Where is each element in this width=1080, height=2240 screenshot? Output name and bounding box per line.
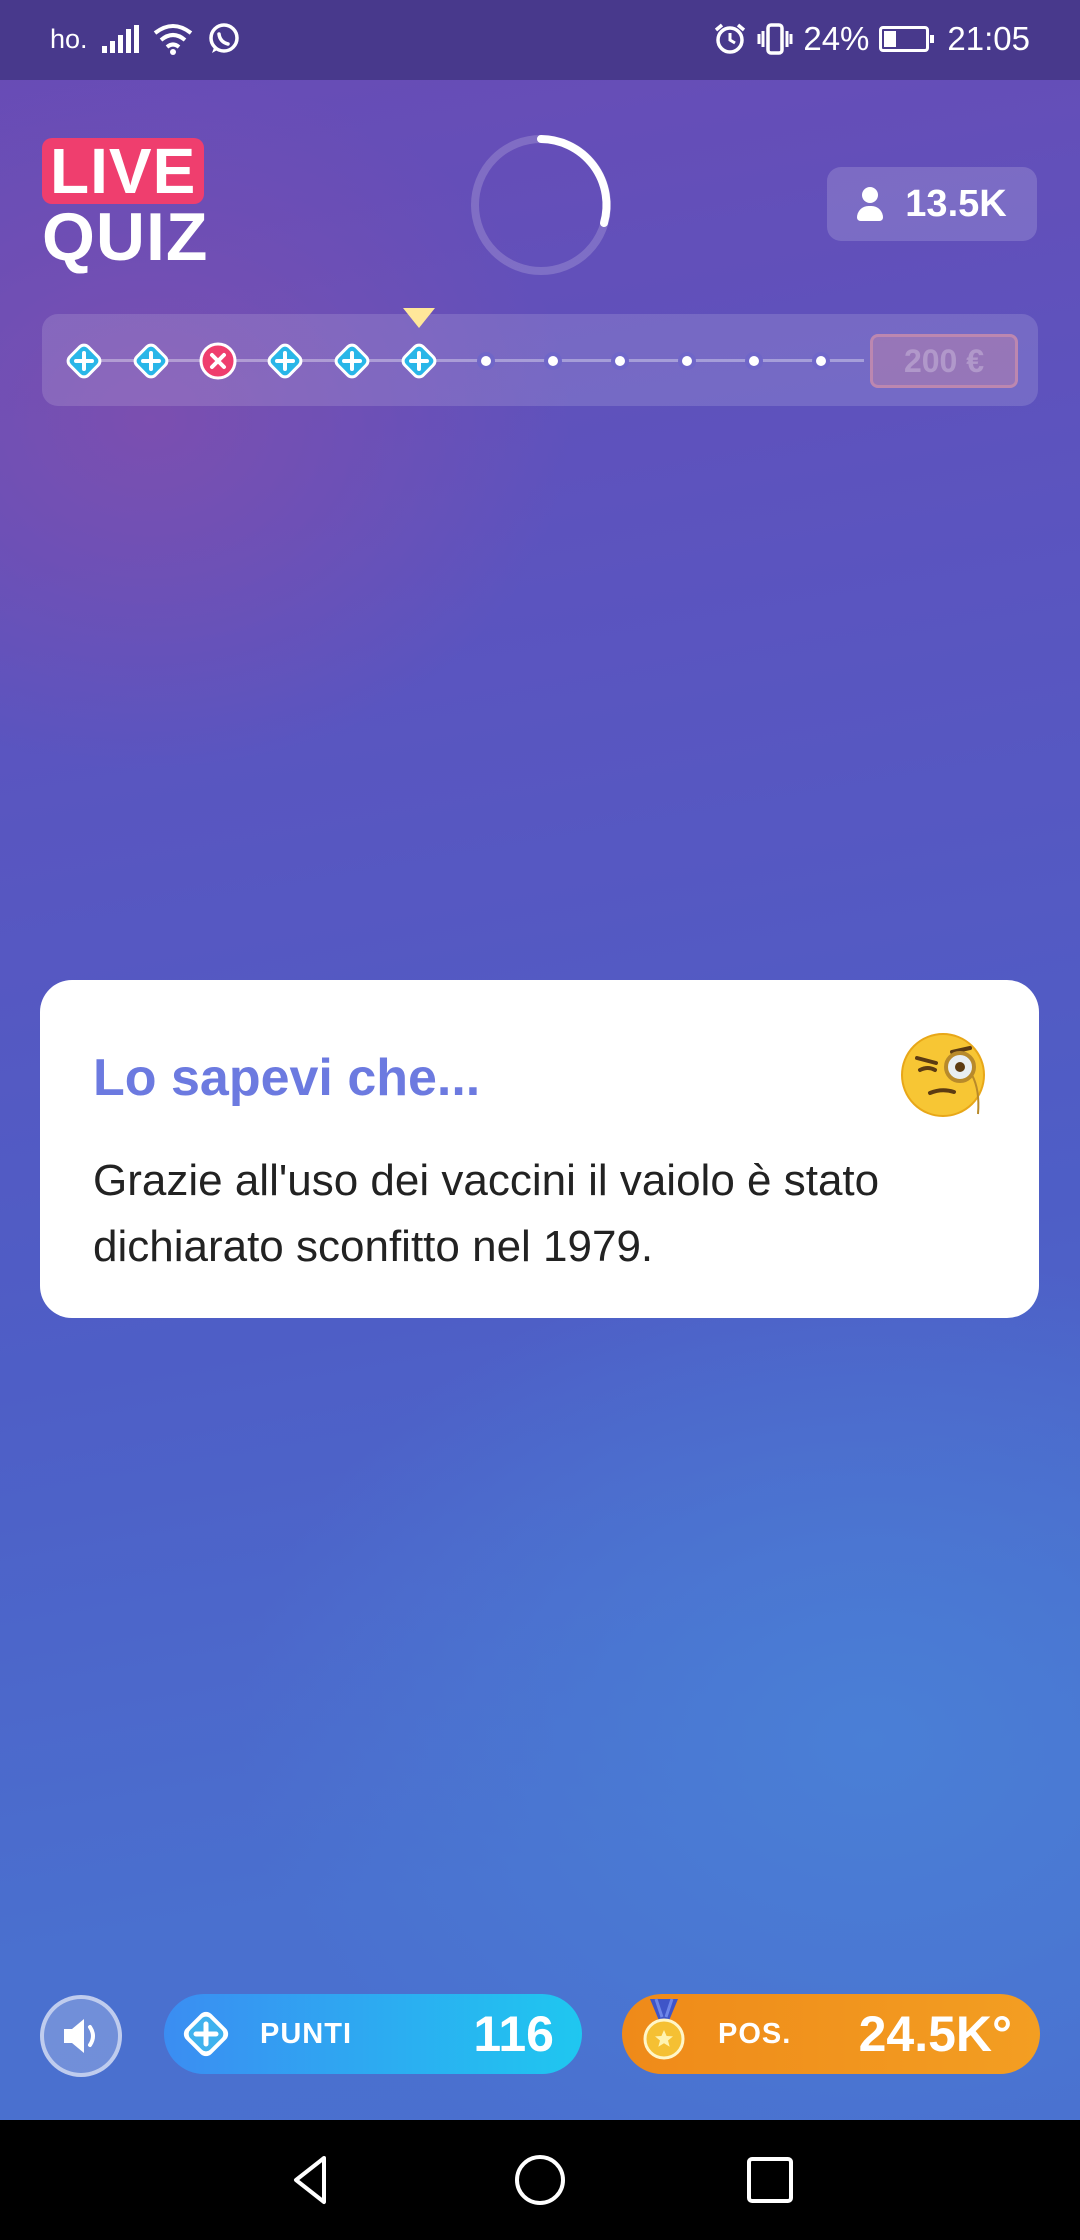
step-pending-dot	[678, 352, 696, 370]
points-label: PUNTI	[260, 2017, 352, 2050]
battery-icon	[879, 26, 935, 52]
whatsapp-icon	[208, 23, 239, 53]
wifi-icon	[153, 24, 192, 55]
status-bar: ho. 24% 21:05	[0, 0, 1080, 80]
vibrate-icon	[757, 23, 793, 55]
step-pending-dot	[745, 352, 763, 370]
position-pill: POS. 24.5K°	[622, 1994, 1040, 2074]
speaker-icon	[64, 2019, 95, 2053]
step-correct-icon	[334, 343, 370, 379]
current-question-marker	[403, 308, 435, 328]
points-pill: PUNTI 116	[164, 1994, 582, 2074]
monocle-face-icon	[901, 1033, 985, 1117]
live-quiz-logo: LIVE QUIZ	[42, 138, 208, 272]
logo-live-text: LIVE	[42, 138, 205, 204]
quiz-screen: ho. 24% 21:05 LIVE QUIZ 13.5K 200 € Lo s…	[0, 0, 1080, 2120]
logo-quiz-text: QUIZ	[42, 199, 209, 275]
signal-icon	[101, 25, 139, 53]
players-count: 13.5K	[905, 182, 1007, 225]
diamond-plus-icon	[183, 2011, 229, 2057]
step-wrong-icon	[199, 342, 237, 380]
status-right: 24% 21:05	[713, 20, 1030, 58]
step-correct-icon	[401, 343, 437, 379]
alarm-icon	[715, 23, 746, 54]
players-count-badge: 13.5K	[827, 167, 1037, 241]
fact-card: Lo sapevi che... Grazie all'uso dei vacc…	[40, 980, 1039, 1318]
step-correct-icon	[267, 343, 303, 379]
position-label: POS.	[718, 2017, 792, 2050]
back-icon[interactable]	[280, 2150, 340, 2210]
fact-text: Grazie all'uso dei vaccini il vaiolo è s…	[93, 1156, 880, 1271]
step-pending-dot	[544, 352, 562, 370]
carrier-label: ho.	[50, 23, 88, 54]
step-pending-dot	[812, 352, 830, 370]
android-nav-bar	[0, 2120, 1080, 2240]
sound-toggle-button[interactable]	[40, 1995, 122, 2077]
clock: 21:05	[947, 20, 1030, 57]
question-progress: 200 €	[42, 308, 1038, 406]
step-pending-dot	[477, 352, 495, 370]
prize-badge: 200 €	[870, 334, 1018, 388]
points-value: 116	[473, 2006, 554, 2062]
user-icon	[857, 187, 884, 221]
step-correct-icon	[133, 343, 169, 379]
step-pending-dot	[611, 352, 629, 370]
medal-icon	[643, 1998, 685, 2060]
recents-icon[interactable]	[740, 2150, 800, 2210]
fact-title: Lo sapevi che...	[93, 1049, 481, 1107]
status-left: ho.	[50, 22, 241, 56]
battery-percent: 24%	[803, 20, 870, 57]
countdown-timer	[471, 135, 611, 275]
home-icon[interactable]	[510, 2150, 570, 2210]
step-correct-icon	[66, 343, 102, 379]
position-value: 24.5K°	[858, 2006, 1012, 2062]
